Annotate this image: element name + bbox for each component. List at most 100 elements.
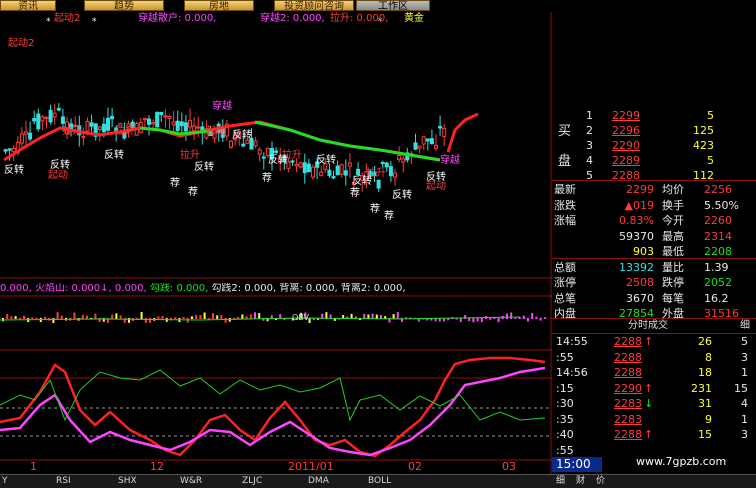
candle-body — [327, 169, 332, 176]
obv-bar — [489, 318, 492, 320]
quote-stat-row: 59370 最高 2314 — [552, 229, 756, 245]
stat-label-2: 最高 — [662, 229, 684, 243]
tick-price: 2283 — [614, 412, 642, 426]
candle-body — [397, 155, 402, 160]
obv-bar — [527, 318, 529, 322]
obv-bar — [115, 313, 118, 319]
obv-bar — [212, 313, 214, 319]
buy-volume: 5 — [707, 109, 714, 122]
quote-stat-row: 涨停 2508 跌停 2052 — [552, 275, 756, 291]
obv-bar — [535, 316, 538, 319]
tab-rsi[interactable]: RSI — [56, 475, 71, 488]
candle-body — [376, 180, 381, 189]
candle-body — [89, 122, 94, 127]
tab-dma[interactable]: DMA — [308, 475, 329, 488]
candle-body — [335, 165, 340, 176]
candle-body — [429, 138, 434, 145]
toolbar-button-workspace[interactable]: 工作区 — [356, 0, 430, 11]
toolbar-button-realty[interactable]: 房地 — [184, 0, 254, 11]
buy-volume: 125 — [693, 124, 714, 137]
tick-volume: 31 — [698, 397, 712, 410]
obv-bar — [35, 318, 38, 320]
tab-zljc[interactable]: ZLJC — [242, 475, 262, 488]
obv-bar — [392, 314, 395, 319]
obv-bar — [111, 314, 114, 319]
stat-value: 13392 — [619, 260, 654, 274]
tab-detail[interactable]: 细 — [556, 475, 565, 488]
stat-label: 最新 — [554, 183, 576, 196]
candle-body — [434, 144, 438, 149]
candle-body — [56, 107, 61, 111]
buy-volume: 5 — [707, 154, 714, 167]
candle-body — [319, 171, 324, 177]
candle-body — [11, 147, 16, 153]
date-label: 02 — [408, 460, 422, 473]
candle-body — [417, 145, 422, 149]
candle-body — [241, 143, 246, 147]
candle-body — [388, 166, 393, 177]
kline-label: 拉升 — [180, 150, 200, 161]
toolbar-button-news[interactable]: 资讯 — [0, 0, 56, 11]
kline-label: 反转 — [352, 176, 372, 187]
tab-y[interactable]: Y — [2, 475, 8, 488]
tab-boll[interactable]: BOLL — [368, 475, 391, 488]
tab-price[interactable]: 价 — [596, 475, 605, 488]
date-label: 2011/01 — [288, 460, 334, 473]
tick-time: 14:55 — [556, 335, 588, 348]
tick-volume: 26 — [698, 335, 712, 348]
stat-value: 59370 — [619, 229, 654, 243]
obv-bar — [371, 313, 374, 319]
stat-value-2: 2314 — [704, 229, 732, 243]
stock-chart-area[interactable]: * * * — [0, 0, 552, 474]
candle-body — [343, 170, 348, 176]
stat-label-2: 每笔 — [662, 291, 684, 305]
date-label: 12 — [150, 460, 164, 473]
tick-arrow: ↑ — [644, 381, 654, 395]
kline-label: 荐 — [188, 187, 198, 198]
candle-body — [151, 122, 156, 125]
stat-value: ▲019 — [624, 198, 654, 212]
buy-level-row: 2 2296 125 — [552, 123, 756, 139]
quote-stat-row: 总额 13392 量比 1.39 — [552, 260, 756, 276]
obv-bar — [73, 312, 76, 319]
stat-value: 2299 — [626, 183, 654, 196]
kline-label: 起动2 — [8, 38, 35, 49]
stat-label-2: 跌停 — [662, 276, 684, 289]
obv-bar — [23, 315, 25, 319]
ticks-tab[interactable]: 细 — [740, 319, 750, 333]
obv-bar — [237, 316, 240, 319]
stat-value-2: 2052 — [704, 276, 732, 289]
ticks-header: 分时成交 细 — [552, 318, 756, 334]
obv-bar — [543, 317, 546, 319]
stat-label-2: 均价 — [662, 183, 684, 196]
candle-body — [147, 118, 151, 125]
candle-body — [179, 121, 184, 127]
indicator2-item-huoyanshan: 0.000, 火焰山: 0.000↓, 0.000, — [0, 283, 150, 294]
tab-finance[interactable]: 财 — [576, 475, 585, 488]
obv-bar — [514, 317, 517, 319]
obv-bar — [220, 314, 223, 319]
tick-price: 2283 — [614, 397, 642, 410]
toolbar-button-advisor[interactable]: 投资顾问咨询 — [274, 0, 354, 11]
obv-bar — [149, 318, 151, 323]
obv-bar — [216, 315, 219, 319]
buy-level-row: 3 2290 423 — [552, 138, 756, 154]
toolbar-button-trend[interactable]: 趋势 — [84, 0, 164, 11]
tick-row: :55 2288 8 3 — [552, 350, 756, 366]
tab-shx[interactable]: SHX — [118, 475, 137, 488]
candle-body — [442, 127, 447, 138]
buy-price: 2299 — [612, 109, 640, 122]
tab-wr[interactable]: W&R — [180, 475, 202, 488]
quote-panel: 买 盘 1 2299 5 2 2296 125 3 2290 423 4 2289 5 5 2288 112… — [552, 0, 756, 488]
obv-bar — [44, 316, 46, 319]
candle-body — [167, 116, 172, 120]
candle-body — [253, 140, 258, 147]
kline-label: 拉升 — [62, 126, 82, 137]
buy-level: 2 — [586, 124, 593, 137]
obv-bar — [531, 312, 534, 319]
indicator-item-lasheng: 拉升: 0.000, — [330, 13, 389, 24]
candle-body — [192, 125, 197, 132]
tick-price: 2288 — [614, 428, 642, 441]
ma-line-red-2 — [446, 112, 479, 153]
candle-body — [331, 176, 336, 179]
